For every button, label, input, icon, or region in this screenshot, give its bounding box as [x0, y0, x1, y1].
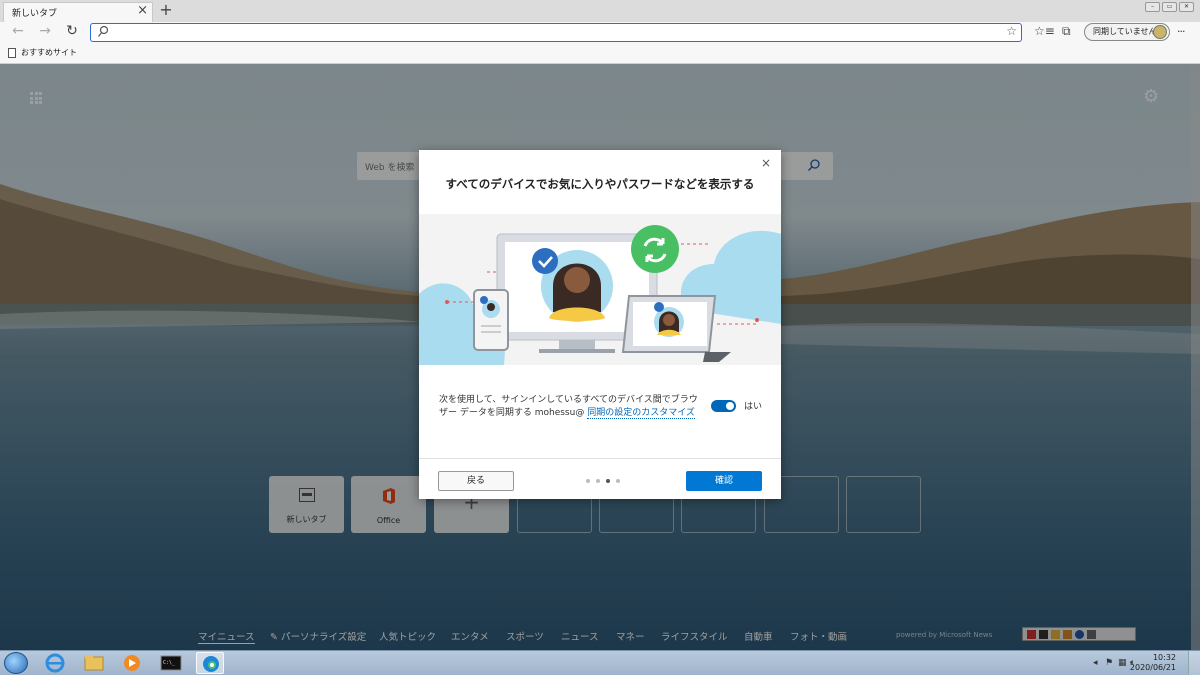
favorites-bar: おすすめサイト [0, 44, 1200, 64]
command-prompt-icon[interactable]: C:\_ [157, 652, 185, 674]
close-window-button[interactable]: ✕ [1179, 2, 1194, 12]
show-hidden-icons-icon[interactable]: ◂ [1093, 658, 1098, 668]
customize-sync-link[interactable]: 同期の設定のカスタマイズ [587, 408, 695, 419]
tab-new-tab[interactable]: 新しいタブ × [3, 2, 153, 22]
refresh-button[interactable]: ↻ [62, 23, 82, 39]
new-tab-icon[interactable]: + [158, 0, 174, 19]
step-dot [596, 479, 600, 483]
restore-button[interactable]: ▭ [1162, 2, 1177, 12]
toggle-label: はい [744, 402, 763, 412]
favorite-label: おすすめサイト [21, 48, 77, 57]
clock-date: 2020/06/21 [1129, 663, 1176, 672]
browser-toolbar: ← → ↻ ☆ ☆≡ ⧉ 同期していません ··· [0, 22, 1200, 44]
media-player-icon[interactable] [118, 652, 146, 674]
sync-status-label: 同期していません [1093, 27, 1157, 36]
profile-sync-button[interactable]: 同期していません [1084, 23, 1170, 41]
avatar [1153, 25, 1167, 39]
tab-title: 新しいタブ [12, 9, 58, 19]
address-bar[interactable]: ☆ [90, 23, 1022, 42]
step-dot-current [606, 479, 610, 483]
flag-icon[interactable]: ⚑ [1105, 658, 1113, 668]
favorite-item[interactable]: おすすめサイト [8, 47, 77, 58]
svg-text:C:\_: C:\_ [163, 660, 176, 666]
back-button[interactable]: 戻る [438, 471, 514, 491]
favorite-star-icon[interactable]: ☆ [1006, 24, 1017, 38]
dialog-title: すべてのデバイスでお気に入りやパスワードなどを表示する [445, 177, 755, 191]
start-button[interactable] [4, 652, 28, 674]
sync-toggle[interactable] [711, 400, 736, 412]
network-icon[interactable]: ▦ [1118, 658, 1127, 668]
tab-close-icon[interactable]: × [137, 3, 148, 18]
close-icon[interactable]: × [761, 156, 771, 170]
ie-icon[interactable] [41, 652, 69, 674]
taskbar: C:\_ ◂ ⚑ ▦ 🔈︎ 10:32 2020/06/21 [0, 650, 1200, 675]
tab-strip: 新しいタブ × + – ▭ ✕ [0, 0, 1200, 22]
sync-dialog: × すべてのデバイスでお気に入りやパスワードなどを表示する 次を使用して、サイン… [419, 150, 781, 499]
forward-button[interactable]: → [35, 23, 55, 39]
step-dot [586, 479, 590, 483]
show-desktop-button[interactable] [1188, 651, 1200, 675]
confirm-button[interactable]: 確認 [686, 471, 762, 491]
collections-icon[interactable]: ⧉ [1062, 24, 1071, 39]
more-menu-icon[interactable]: ··· [1177, 25, 1185, 38]
clock-time: 10:32 [1152, 653, 1176, 662]
edge-icon[interactable] [196, 652, 224, 674]
toggle-knob [726, 402, 734, 410]
step-indicator [586, 479, 620, 483]
dialog-footer: 戻る 確認 [419, 458, 781, 499]
minimize-button[interactable]: – [1145, 2, 1160, 12]
back-button[interactable]: ← [8, 23, 28, 39]
search-icon [98, 25, 109, 37]
step-dot [616, 479, 620, 483]
file-explorer-icon[interactable] [80, 652, 108, 674]
sync-illustration [419, 214, 781, 365]
window-controls: – ▭ ✕ [1145, 2, 1194, 12]
page-icon [8, 47, 16, 58]
sync-description: 次を使用して、サインインしているすべてのデバイス間でブラウザー データを同期する… [439, 394, 704, 420]
favorites-icon[interactable]: ☆≡ [1034, 24, 1055, 38]
system-clock[interactable]: 10:32 2020/06/21 [1130, 653, 1176, 673]
